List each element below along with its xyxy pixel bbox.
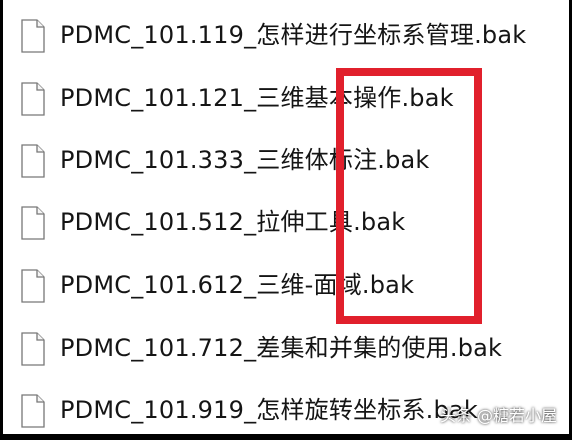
blank-file-icon [21,144,45,178]
file-name: PDMC_101.919_怎样旋转坐标系.bak [60,396,478,424]
file-row-612[interactable]: PDMC_101.612_三维-面域.bak [3,263,569,313]
blank-file-icon [21,332,45,366]
file-row-119[interactable]: PDMC_101.119_怎样进行坐标系管理.bak [3,13,569,63]
file-name: PDMC_101.119_怎样进行坐标系管理.bak [60,21,527,49]
file-name: PDMC_101.333_三维体标注.bak [60,146,430,174]
blank-file-icon [21,82,45,116]
file-row-333[interactable]: PDMC_101.333_三维体标注.bak [3,138,569,188]
blank-file-icon [21,206,45,240]
blank-file-icon [21,269,45,303]
file-row-121[interactable]: PDMC_101.121_三维基本操作.bak [3,76,569,126]
screenshot-frame: PDMC_101.119_怎样进行坐标系管理.bak PDMC_101.121_… [3,0,569,434]
blank-file-icon [21,19,45,53]
file-row-512[interactable]: PDMC_101.512_拉伸工具.bak [3,200,569,250]
watermark: 头条 @糖若小屋 [440,402,557,426]
blank-file-icon [21,394,45,428]
file-name: PDMC_101.121_三维基本操作.bak [60,84,454,112]
file-name: PDMC_101.612_三维-面域.bak [60,271,415,299]
file-row-712[interactable]: PDMC_101.712_差集和并集的使用.bak [3,326,569,376]
file-name: PDMC_101.512_拉伸工具.bak [60,208,406,236]
file-name: PDMC_101.712_差集和并集的使用.bak [60,334,503,362]
watermark-text: 头条 @糖若小屋 [439,406,557,425]
